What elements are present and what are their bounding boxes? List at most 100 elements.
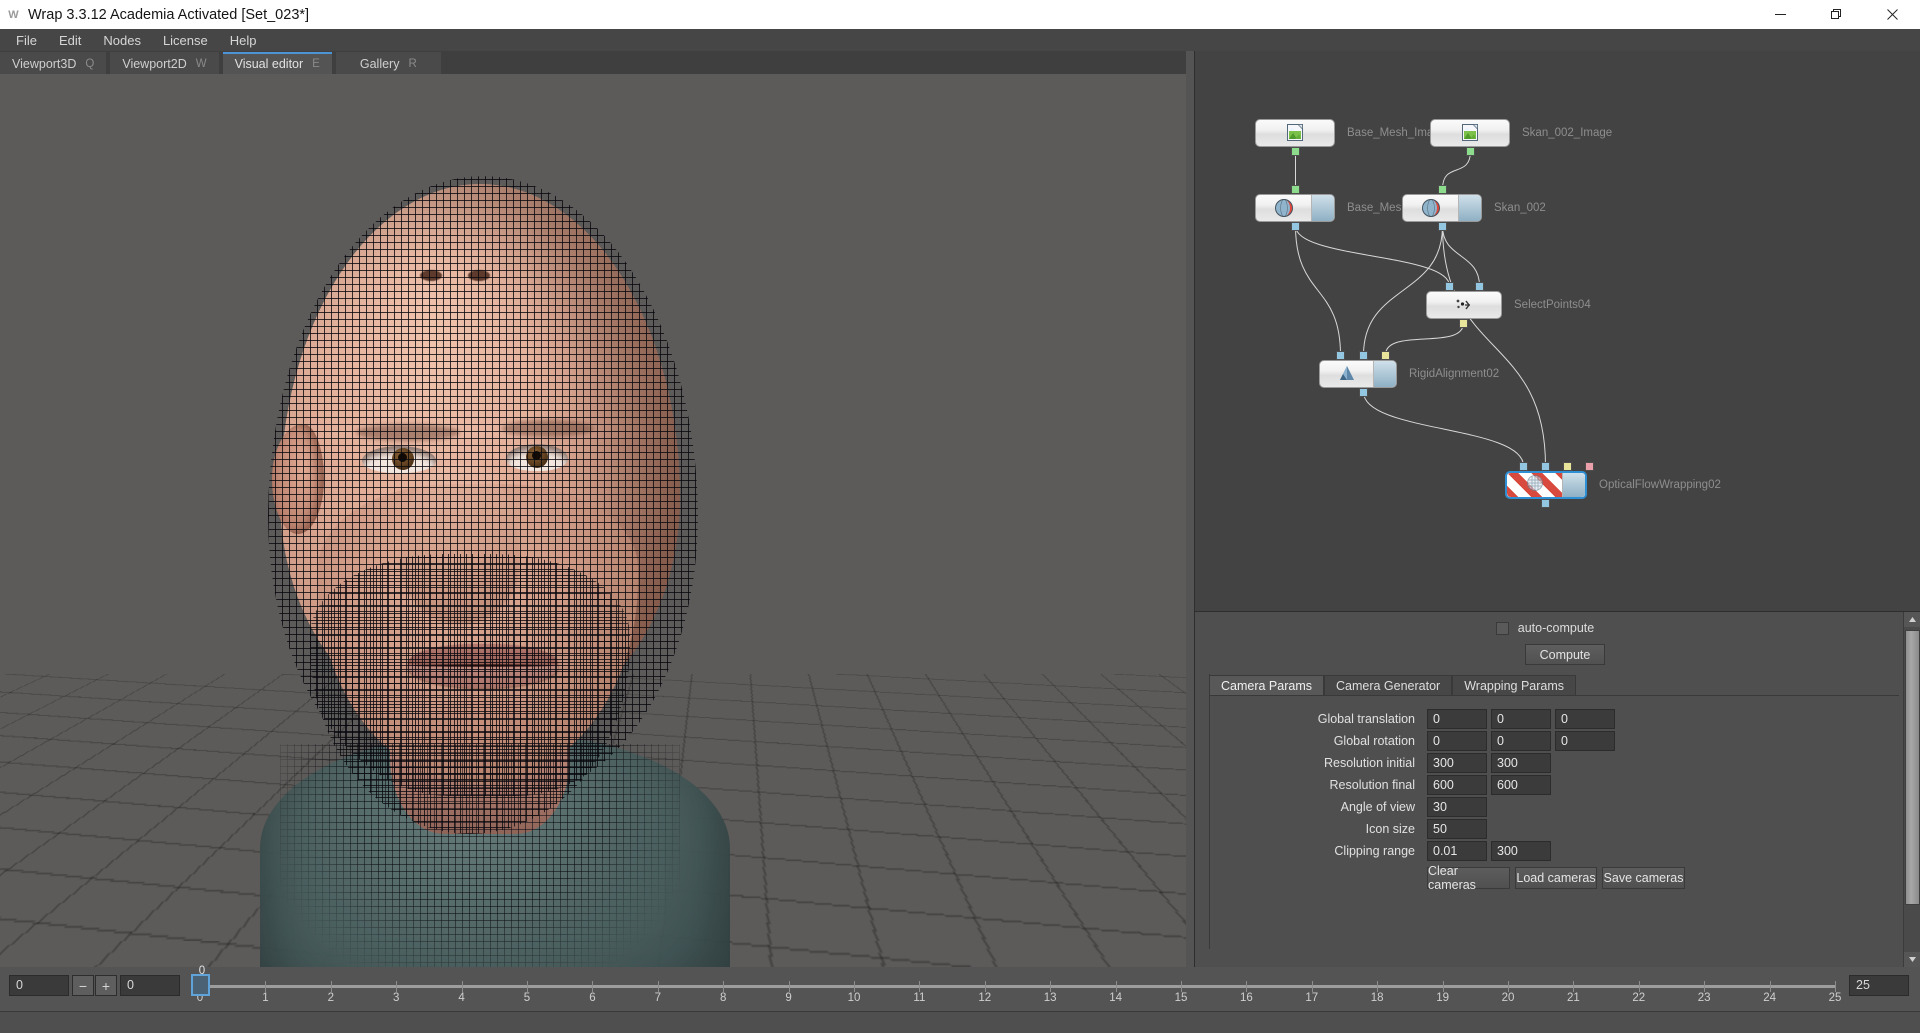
close-icon[interactable] [1864,0,1920,29]
tab-viewport3d[interactable]: Viewport3D Q [0,52,107,74]
param-input-global-rotation-2[interactable]: 0 [1491,731,1551,751]
params-tab-camera-params[interactable]: Camera Params [1209,675,1324,696]
timeline-tick [723,981,725,992]
node-port-selectpoints04-top-0[interactable] [1445,282,1454,291]
save-cameras-button[interactable]: Save cameras [1602,867,1685,889]
timeline-tick-label: 10 [847,992,861,1004]
auto-compute-row[interactable]: auto-compute [1195,621,1895,635]
timeline-tick [1377,981,1379,992]
node-port-opticalflowwrapping02-top-2[interactable] [1563,462,1572,471]
graph-node-selectpoints04[interactable] [1426,291,1502,319]
param-input-global-translation-3[interactable]: 0 [1555,709,1615,729]
node-port-opticalflowwrapping02-top-3[interactable] [1585,462,1594,471]
timeline-decrement-button[interactable]: − [72,975,94,996]
param-label-icon-size: Icon size [1365,822,1415,836]
node-port-rigidalignment02-bottom-3[interactable] [1359,388,1368,397]
param-input-global-rotation-3[interactable]: 0 [1555,731,1615,751]
status-bar [0,1011,1920,1033]
node-output-tail [1562,473,1585,497]
node-port-selectpoints04-top-1[interactable] [1475,282,1484,291]
param-label-resolution-initial: Resolution initial [1323,756,1415,770]
node-port-skan_002_image-bottom-0[interactable] [1466,147,1475,156]
tab-gallery[interactable]: Gallery R [335,52,441,74]
timeline-tick [1246,981,1248,992]
params-tab-camera-generator[interactable]: Camera Generator [1324,675,1453,696]
graph-node-rigidalignment02[interactable] [1319,360,1397,388]
param-input-global-translation-1[interactable]: 0 [1427,709,1487,729]
timeline-increment-button[interactable]: + [95,975,117,996]
timeline-tick [1704,981,1706,992]
node-port-rigidalignment02-top-1[interactable] [1359,351,1368,360]
maximize-restore-icon[interactable] [1808,0,1864,29]
node-port-opticalflowwrapping02-bottom-4[interactable] [1541,499,1550,508]
scroll-up-icon[interactable] [1904,612,1920,627]
param-label-resolution-final: Resolution final [1329,778,1415,792]
node-port-opticalflowwrapping02-top-0[interactable] [1519,462,1528,471]
param-input-resolution-final-1[interactable]: 600 [1427,775,1487,795]
timeline-start-field[interactable]: 0 [9,975,69,996]
timeline-end-field[interactable]: 25 [1849,975,1909,996]
menu-item-help[interactable]: Help [219,30,268,51]
param-input-resolution-initial-1[interactable]: 300 [1427,753,1487,773]
timeline-tick-label: 6 [589,992,596,1004]
timeline-current-field[interactable]: 0 [120,975,180,996]
viewport-3d-canvas[interactable] [0,74,1186,967]
optical-flow-icon [1507,473,1562,497]
scroll-down-icon[interactable] [1904,952,1920,967]
compute-button[interactable]: Compute [1525,644,1605,665]
menu-item-file[interactable]: File [5,30,48,51]
auto-compute-checkbox[interactable] [1495,621,1509,635]
param-input-resolution-initial-2[interactable]: 300 [1491,753,1551,773]
param-input-clipping-range-1[interactable]: 0.01 [1427,841,1487,861]
image-file-icon [1256,120,1334,146]
timeline-tick-label: 15 [1174,992,1188,1004]
timeline-tick [1573,981,1575,992]
menu-item-edit[interactable]: Edit [48,30,92,51]
timeline-track[interactable] [200,985,1835,988]
param-input-global-rotation-1[interactable]: 0 [1427,731,1487,751]
tab-visual-editor[interactable]: Visual editor E [222,52,332,74]
param-input-global-translation-2[interactable]: 0 [1491,709,1551,729]
load-cameras-button[interactable]: Load cameras [1515,867,1597,889]
node-port-opticalflowwrapping02-top-1[interactable] [1541,462,1550,471]
node-port-rigidalignment02-top-2[interactable] [1381,351,1390,360]
scrollbar-thumb[interactable] [1905,630,1920,905]
node-port-base_mesh01-bottom-1[interactable] [1291,222,1300,231]
node-port-base_mesh_image-bottom-0[interactable] [1291,147,1300,156]
timeline-tick [984,981,986,992]
timeline-tick-label: 5 [523,992,531,1004]
node-graph-panel[interactable]: Base_Mesh_Image Skan_002_Image Base_Mesh01… [1194,51,1920,612]
params-tab-wrapping-params[interactable]: Wrapping Params [1452,675,1577,696]
param-input-angle-of-view-1[interactable]: 30 [1427,797,1487,817]
node-port-rigidalignment02-top-0[interactable] [1336,351,1345,360]
node-port-skan_002-bottom-1[interactable] [1438,222,1447,231]
tab-viewport2d[interactable]: Viewport2D W [110,52,219,74]
graph-node-opticalflowwrapping02[interactable] [1505,471,1587,499]
mesh-sphere-icon [1256,195,1311,221]
param-label-angle-of-view: Angle of view [1340,800,1415,814]
param-input-resolution-final-2[interactable]: 600 [1491,775,1551,795]
menu-item-nodes[interactable]: Nodes [92,30,152,51]
clear-cameras-button[interactable]: Clear cameras [1427,864,1510,892]
tab-label: Viewport3D [12,57,77,71]
params-scrollbar[interactable] [1903,612,1920,967]
graph-node-skan_002_image[interactable] [1430,119,1510,147]
param-label-global-translation: Global translation [1317,712,1415,726]
node-port-base_mesh01-top-0[interactable] [1291,185,1300,194]
minimize-icon[interactable] [1752,0,1808,29]
timeline-tick [1835,981,1836,992]
node-port-skan_002-top-0[interactable] [1438,185,1447,194]
param-input-clipping-range-2[interactable]: 300 [1491,841,1551,861]
graph-node-base_mesh01[interactable] [1255,194,1335,222]
param-input-icon-size-1[interactable]: 50 [1427,819,1487,839]
graph-node-base_mesh_image[interactable] [1255,119,1335,147]
auto-compute-label: auto-compute [1517,621,1595,635]
timeline-tick [1050,981,1052,992]
node-port-selectpoints04-bottom-2[interactable] [1459,319,1468,328]
timeline-tick [1769,981,1771,992]
graph-node-skan_002[interactable] [1402,194,1482,222]
timeline-playhead[interactable]: 0 [191,965,210,996]
title-bar: W Wrap 3.3.12 Academia Activated [Set_02… [0,0,1920,29]
menu-item-license[interactable]: License [152,30,219,51]
image-file-icon [1431,120,1509,146]
